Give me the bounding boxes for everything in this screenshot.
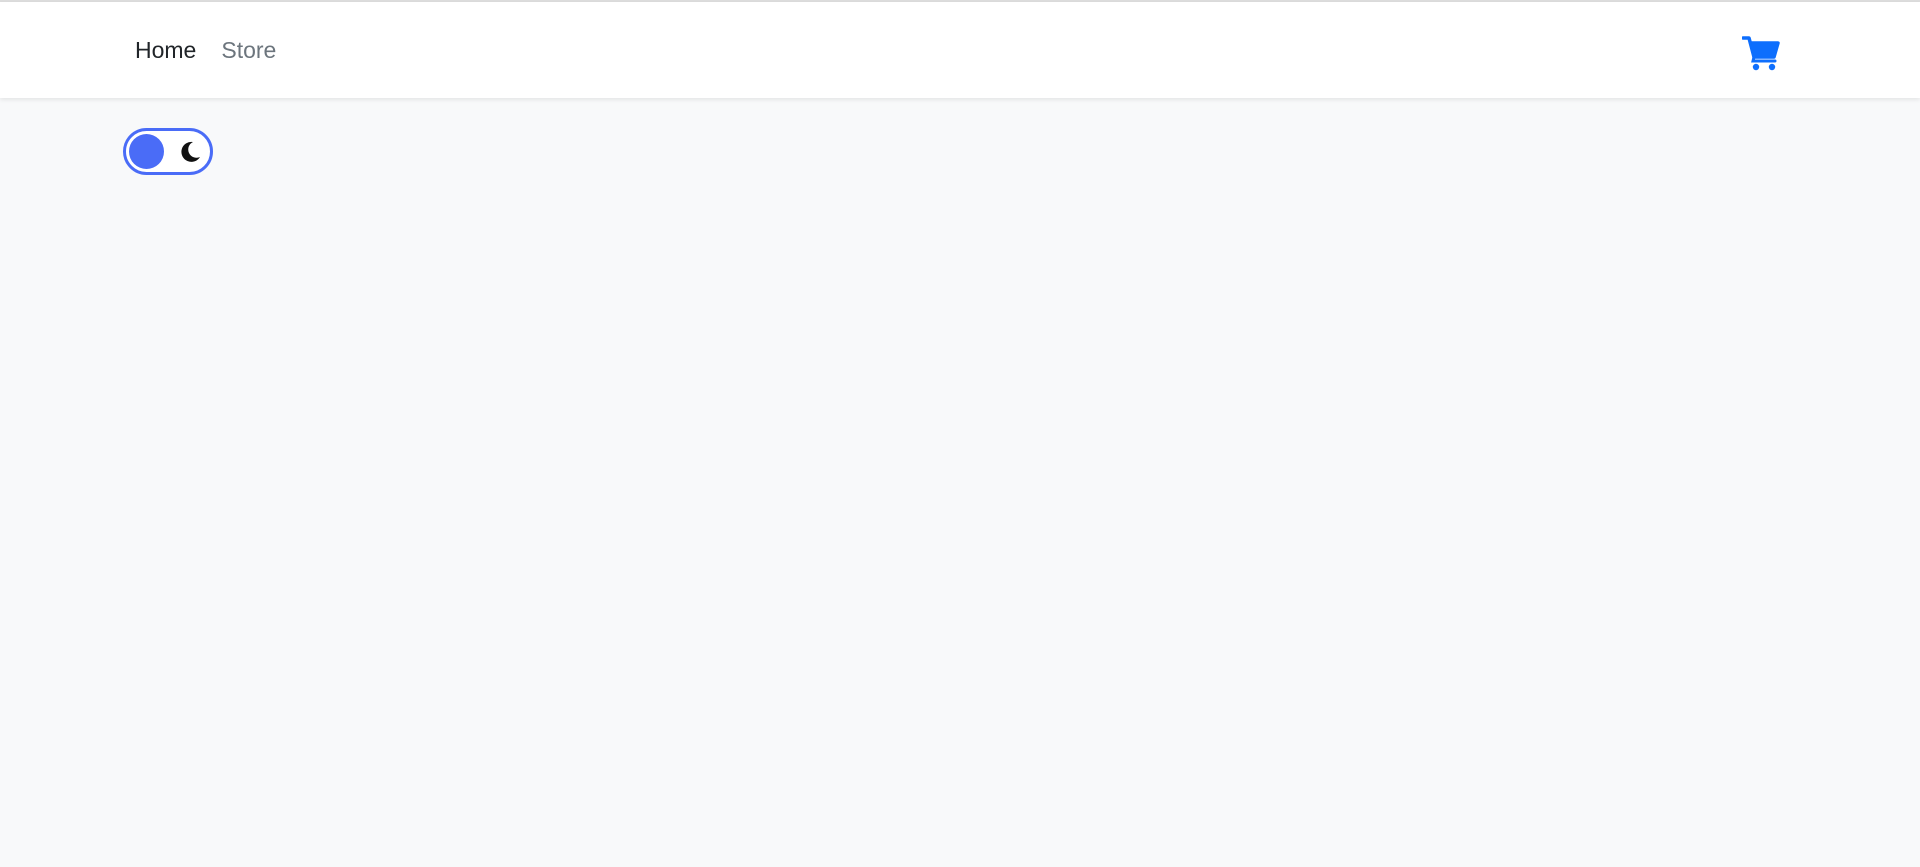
toggle-knob: [129, 134, 164, 169]
moon-icon: [181, 141, 200, 162]
shopping-cart-icon: [1742, 36, 1780, 71]
nav-links: Home Store: [135, 2, 276, 98]
top-navbar: Home Store: [0, 2, 1920, 98]
theme-toggle[interactable]: [123, 128, 213, 175]
nav-link-store[interactable]: Store: [221, 37, 276, 64]
cart-button[interactable]: [1740, 32, 1782, 74]
nav-link-home[interactable]: Home: [135, 37, 196, 64]
